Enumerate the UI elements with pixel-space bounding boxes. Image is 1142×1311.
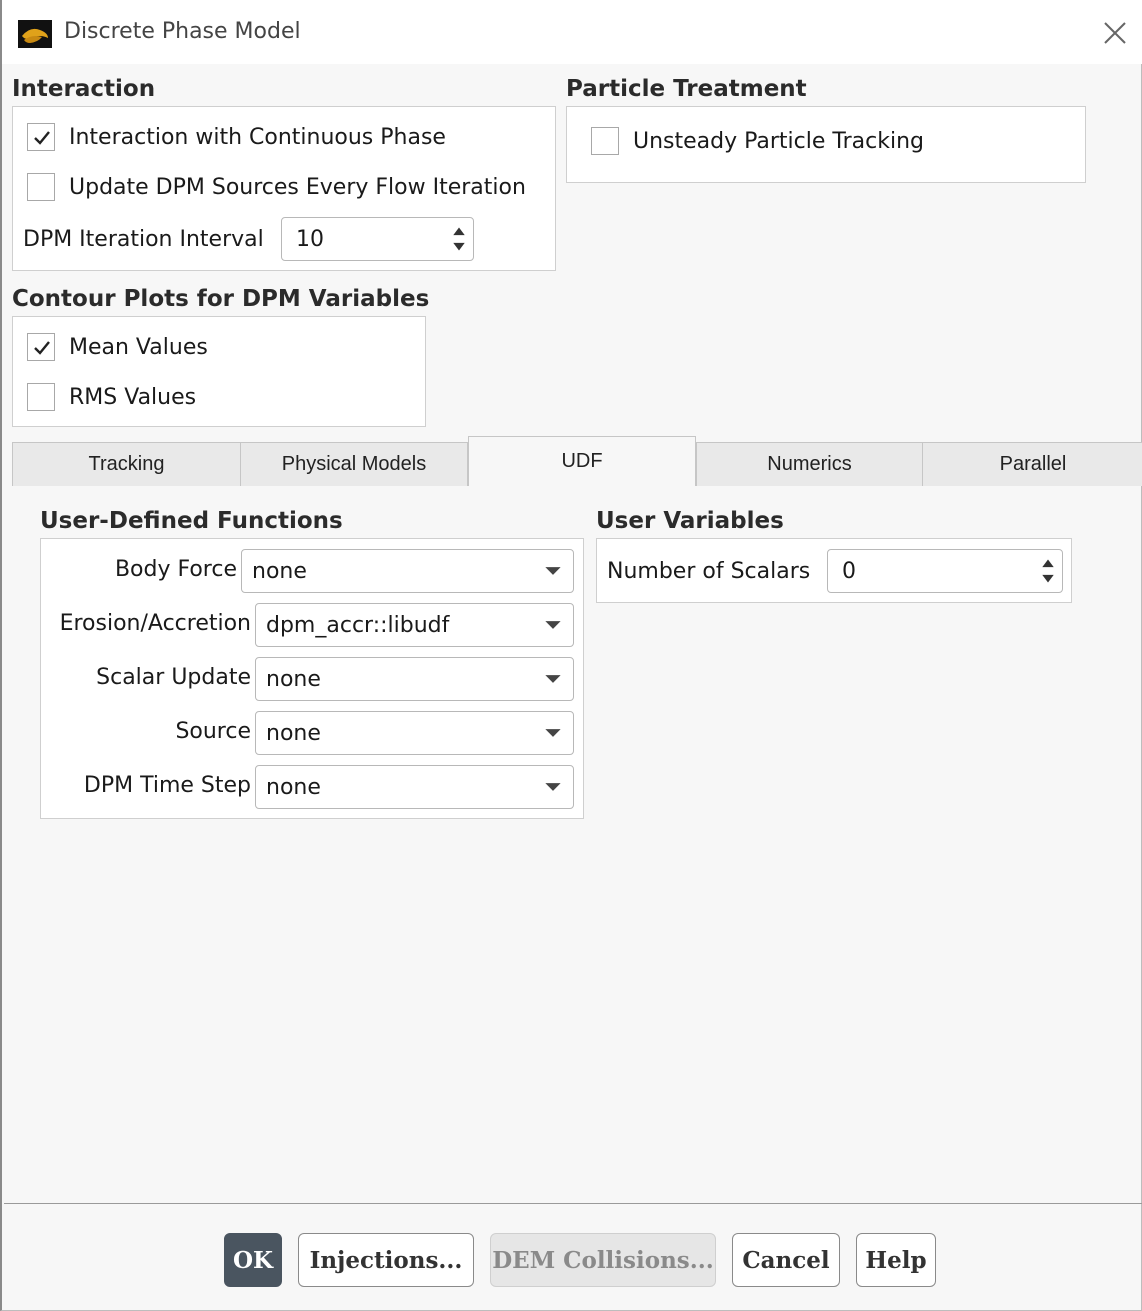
dpm-iteration-interval-label: DPM Iteration Interval xyxy=(23,227,264,252)
scalar-update-value: none xyxy=(266,666,321,692)
update-dpm-sources-label: Update DPM Sources Every Flow Iteration xyxy=(69,174,526,200)
mean-values-checkbox[interactable] xyxy=(27,333,55,361)
scalar-update-dropdown[interactable]: none xyxy=(255,657,574,701)
tab-physical-models[interactable]: Physical Models xyxy=(240,442,468,486)
unsteady-particle-tracking-label: Unsteady Particle Tracking xyxy=(633,128,924,154)
tab-numerics[interactable]: Numerics xyxy=(696,442,923,486)
user-defined-functions-title: User-Defined Functions xyxy=(40,508,343,534)
user-defined-functions-group: Body Force none Erosion/Accretion dpm_ac… xyxy=(40,538,584,819)
user-variables-group: Number of Scalars 0 xyxy=(596,538,1072,603)
close-icon[interactable] xyxy=(1100,18,1130,48)
injections-button[interactable]: Injections... xyxy=(298,1233,474,1287)
spin-arrows-icon[interactable] xyxy=(1034,550,1062,592)
user-variables-title: User Variables xyxy=(596,508,784,534)
dpm-time-step-label: DPM Time Step xyxy=(83,773,251,798)
dpm-time-step-dropdown[interactable]: none xyxy=(255,765,574,809)
interaction-with-continuous-phase-label: Interaction with Continuous Phase xyxy=(69,124,446,150)
footer-divider xyxy=(4,1203,1142,1204)
body-force-value: none xyxy=(252,558,307,584)
rms-values-checkbox[interactable] xyxy=(27,383,55,411)
checkmark-icon xyxy=(34,131,50,145)
chevron-down-icon xyxy=(545,783,561,791)
interaction-group: Interaction with Continuous Phase Update… xyxy=(12,106,556,271)
rms-values-label: RMS Values xyxy=(69,384,197,410)
tab-bar: Tracking Physical Models UDF Numerics Pa… xyxy=(12,436,1142,486)
checkmark-icon xyxy=(34,341,50,355)
number-of-scalars-value[interactable]: 0 xyxy=(828,559,1034,584)
help-button[interactable]: Help xyxy=(856,1233,936,1287)
update-dpm-sources-row[interactable]: Update DPM Sources Every Flow Iteration xyxy=(27,173,526,201)
contour-plots-title: Contour Plots for DPM Variables xyxy=(12,286,430,312)
ok-button[interactable]: OK xyxy=(224,1233,282,1287)
source-value: none xyxy=(266,720,321,746)
interaction-with-continuous-phase-row[interactable]: Interaction with Continuous Phase xyxy=(27,123,446,151)
rms-values-row[interactable]: RMS Values xyxy=(27,383,196,411)
erosion-accretion-value: dpm_accr::libudf xyxy=(266,612,450,638)
chevron-down-icon xyxy=(545,621,561,629)
unsteady-particle-tracking-checkbox[interactable] xyxy=(591,127,619,155)
particle-treatment-title: Particle Treatment xyxy=(566,76,807,102)
unsteady-particle-tracking-row[interactable]: Unsteady Particle Tracking xyxy=(591,127,924,155)
body-force-label: Body Force xyxy=(114,557,237,582)
scalar-update-label: Scalar Update xyxy=(96,665,251,690)
interaction-title: Interaction xyxy=(12,76,156,102)
mean-values-label: Mean Values xyxy=(69,334,208,360)
ansys-fluent-logo-icon xyxy=(18,20,52,48)
tab-udf[interactable]: UDF xyxy=(468,436,696,486)
mean-values-row[interactable]: Mean Values xyxy=(27,333,208,361)
tab-tracking[interactable]: Tracking xyxy=(12,442,241,486)
title-bar: Discrete Phase Model xyxy=(2,0,1142,64)
particle-treatment-group: Unsteady Particle Tracking xyxy=(566,106,1086,183)
dpm-time-step-value: none xyxy=(266,774,321,800)
update-dpm-sources-checkbox[interactable] xyxy=(27,173,55,201)
chevron-down-icon xyxy=(545,675,561,683)
source-label: Source xyxy=(175,719,251,744)
window-title: Discrete Phase Model xyxy=(64,19,301,44)
erosion-accretion-dropdown[interactable]: dpm_accr::libudf xyxy=(255,603,574,647)
tab-parallel[interactable]: Parallel xyxy=(922,442,1142,486)
chevron-down-icon xyxy=(545,729,561,737)
cancel-button[interactable]: Cancel xyxy=(732,1233,840,1287)
source-dropdown[interactable]: none xyxy=(255,711,574,755)
chevron-down-icon xyxy=(545,567,561,575)
number-of-scalars-label: Number of Scalars xyxy=(607,559,811,584)
body-force-dropdown[interactable]: none xyxy=(241,549,574,593)
dpm-iteration-interval-spinner[interactable]: 10 xyxy=(281,217,474,261)
dem-collisions-button: DEM Collisions... xyxy=(490,1233,716,1287)
spin-arrows-icon[interactable] xyxy=(445,218,473,260)
erosion-accretion-label: Erosion/Accretion xyxy=(59,611,251,636)
contour-plots-group: Mean Values RMS Values xyxy=(12,316,426,427)
dpm-iteration-interval-value[interactable]: 10 xyxy=(282,227,445,252)
number-of-scalars-spinner[interactable]: 0 xyxy=(827,549,1063,593)
discrete-phase-model-dialog: Discrete Phase Model Interaction Interac… xyxy=(0,0,1142,1311)
interaction-with-continuous-phase-checkbox[interactable] xyxy=(27,123,55,151)
